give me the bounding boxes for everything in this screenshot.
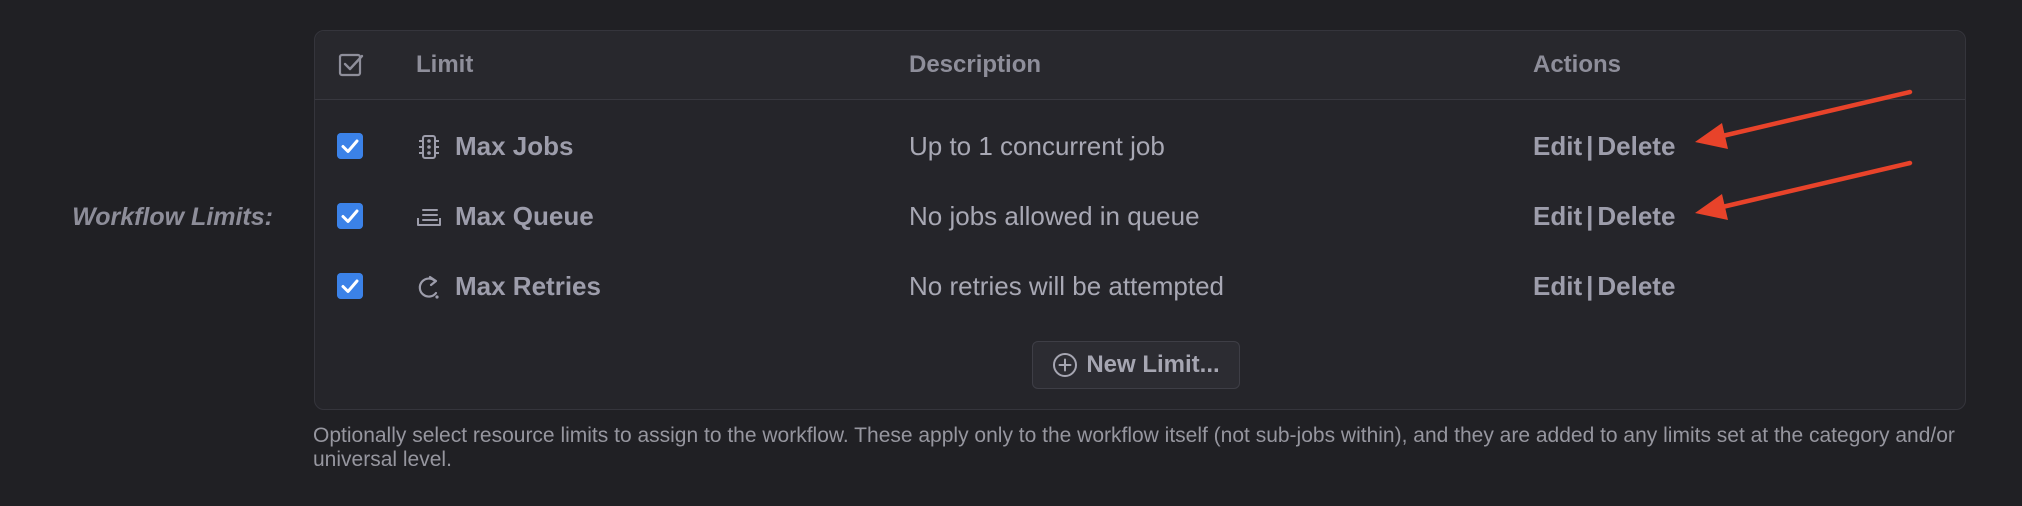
action-separator: | xyxy=(1586,201,1594,231)
delete-link[interactable]: Delete xyxy=(1597,271,1675,301)
table-header: Limit Description Actions xyxy=(315,31,1965,100)
row-actions: Edit | Delete xyxy=(1533,270,1675,302)
table-row: Max Jobs Up to 1 concurrent job Edit | Del… xyxy=(315,117,1965,177)
edit-link[interactable]: Edit xyxy=(1533,131,1582,161)
row-checkbox[interactable] xyxy=(337,273,363,299)
retry-arrow-icon xyxy=(418,275,439,299)
delete-link[interactable]: Delete xyxy=(1597,201,1675,231)
edit-link[interactable]: Edit xyxy=(1533,201,1582,231)
row-actions: Edit | Delete xyxy=(1533,200,1675,232)
action-separator: | xyxy=(1586,131,1594,161)
header-description: Description xyxy=(909,51,1042,78)
table-row: Max Queue No jobs allowed in queue Edit |… xyxy=(315,187,1965,247)
row-checkbox[interactable] xyxy=(337,203,363,229)
limit-description: No retries will be attempted xyxy=(909,271,1225,301)
section-label: Workflow Limits: xyxy=(72,203,273,231)
limit-name: Max Jobs xyxy=(455,131,574,161)
row-checkbox[interactable] xyxy=(337,133,363,159)
select-all-checkbox-icon[interactable] xyxy=(337,51,365,79)
action-separator: | xyxy=(1586,271,1594,301)
help-text: Optionally select resource limits to ass… xyxy=(313,424,1955,471)
edit-link[interactable]: Edit xyxy=(1533,271,1582,301)
limit-name: Max Queue xyxy=(455,201,594,231)
limit-description: Up to 1 concurrent job xyxy=(909,131,1165,161)
plus-circle-icon xyxy=(1053,353,1078,377)
limit-name: Max Retries xyxy=(455,271,601,301)
queue-stack-icon xyxy=(417,209,441,226)
limits-table: Limit Description Actions Max Jobs Up to… xyxy=(314,30,1966,410)
header-limit: Limit xyxy=(416,51,474,78)
limit-description: No jobs allowed in queue xyxy=(909,201,1200,231)
new-limit-label: New Limit... xyxy=(1086,351,1220,378)
header-actions: Actions xyxy=(1533,51,1622,78)
delete-link[interactable]: Delete xyxy=(1597,131,1675,161)
traffic-light-icon xyxy=(419,135,439,159)
table-row: Max Retries No retries will be attempted… xyxy=(315,257,1965,317)
row-actions: Edit | Delete xyxy=(1533,130,1675,162)
new-limit-button[interactable]: New Limit... xyxy=(1032,341,1240,389)
